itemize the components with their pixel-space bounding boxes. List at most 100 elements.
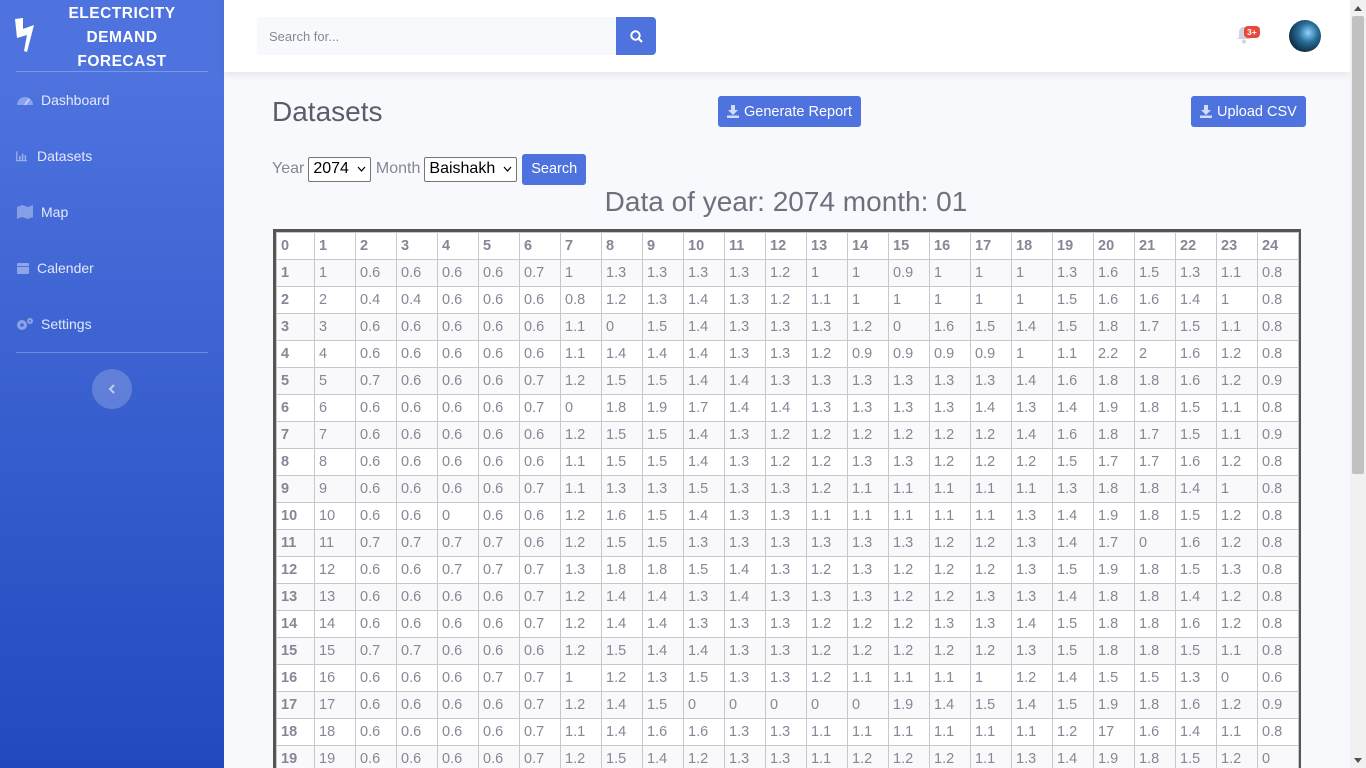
table-cell: 1.1 <box>847 664 889 692</box>
table-cell: 1.6 <box>1175 529 1217 557</box>
scroll-up-arrow[interactable] <box>1350 0 1366 16</box>
table-cell: 1.1 <box>1011 718 1053 746</box>
search-button[interactable] <box>616 17 656 55</box>
table-cell: 0.7 <box>519 664 561 692</box>
table-cell: 0.8 <box>1257 556 1299 584</box>
table-cell: 1.8 <box>1134 583 1176 611</box>
table-cell: 1.4 <box>1175 718 1217 746</box>
user-avatar[interactable] <box>1289 20 1321 52</box>
table-cell: 0.8 <box>1257 313 1299 341</box>
table-cell: 0.6 <box>519 313 561 341</box>
table-cell: 1.2 <box>888 421 930 449</box>
table-cell: 1.8 <box>1093 610 1135 638</box>
table-cell: 1.4 <box>601 691 643 719</box>
table-cell: 1.2 <box>765 421 807 449</box>
table-cell: 1.3 <box>1011 394 1053 422</box>
table-cell: 1.6 <box>1093 286 1135 314</box>
table-cell: 1.5 <box>642 367 684 395</box>
table-cell: 1.8 <box>1093 583 1135 611</box>
table-cell: 1.1 <box>970 718 1012 746</box>
alerts-badge: 3+ <box>1244 26 1260 38</box>
table-cell: 0.6 <box>478 367 520 395</box>
table-cell: 1.4 <box>1052 745 1094 768</box>
table-cell: 18 <box>314 718 356 746</box>
search-input[interactable] <box>257 17 616 55</box>
chevron-down-icon <box>503 166 512 172</box>
table-cell: 0 <box>1216 664 1258 692</box>
sidebar-item-datasets[interactable]: Datasets <box>16 144 92 168</box>
table-cell: 1.3 <box>724 745 766 768</box>
table-cell: 1.1 <box>888 664 930 692</box>
table-cell: 1.4 <box>1052 583 1094 611</box>
table-cell: 1.5 <box>1052 610 1094 638</box>
table-cell: 1.2 <box>560 610 602 638</box>
table-cell: 1.6 <box>1175 691 1217 719</box>
table-cell: 1.2 <box>601 286 643 314</box>
sidebar-item-dashboard[interactable]: Dashboard <box>16 88 110 112</box>
sidebar-item-calender[interactable]: Calender <box>16 256 94 280</box>
sidebar-toggle-button[interactable] <box>92 369 132 409</box>
table-cell: 1 <box>1216 286 1258 314</box>
table-cell: 0.6 <box>519 286 561 314</box>
table-cell: 11 <box>314 529 356 557</box>
table-cell: 1.4 <box>765 394 807 422</box>
column-header: 14 <box>847 232 889 260</box>
table-cell: 3 <box>314 313 356 341</box>
table-cell: 1.2 <box>1011 448 1053 476</box>
table-cell: 1.7 <box>1093 529 1135 557</box>
table-cell: 1.7 <box>683 394 725 422</box>
table-row: 11 11 0.7 0.7 0.7 0.7 0.6 1.2 1.5 1.5 1.3 1.3 1.3 1.3… <box>276 529 1299 557</box>
table-cell: 1 <box>806 259 848 287</box>
map-icon <box>17 205 33 219</box>
table-cell: 1.2 <box>560 421 602 449</box>
upload-csv-button[interactable]: Upload CSV <box>1191 96 1306 127</box>
table-cell: 0.6 <box>355 448 397 476</box>
table-cell: 1.4 <box>1175 475 1217 503</box>
table-cell: 1.3 <box>601 475 643 503</box>
column-header: 18 <box>1011 232 1053 260</box>
topbar-search <box>257 17 656 55</box>
table-cell: 8 <box>314 448 356 476</box>
table-cell: 1.3 <box>765 745 807 768</box>
table-cell: 1.4 <box>724 556 766 584</box>
table-cell: 1.2 <box>1216 583 1258 611</box>
sidebar-item-map[interactable]: Map <box>16 200 68 224</box>
table-cell: 1.4 <box>683 637 725 665</box>
table-cell: 0.9 <box>1257 421 1299 449</box>
table-cell: 1.2 <box>806 340 848 368</box>
table-cell: 1.3 <box>765 475 807 503</box>
table-cell: 1.2 <box>1216 502 1258 530</box>
table-cell: 1.3 <box>765 502 807 530</box>
column-header: 22 <box>1175 232 1217 260</box>
scroll-down-arrow[interactable] <box>1350 752 1366 768</box>
table-cell: 1.5 <box>601 367 643 395</box>
scroll-thumb[interactable] <box>1352 16 1364 474</box>
table-cell: 1.4 <box>1052 664 1094 692</box>
table-cell: 0.6 <box>478 394 520 422</box>
table-cell: 1.6 <box>1052 367 1094 395</box>
table-row: 7 7 0.6 0.6 0.6 0.6 0.6 1.2 1.5 1.5 1.4 1.3 1.2 1.2 1.… <box>276 421 1299 449</box>
table-cell: 0.6 <box>355 610 397 638</box>
table-cell: 0 <box>806 691 848 719</box>
table-cell: 1.5 <box>1052 286 1094 314</box>
table-cell: 0.8 <box>1257 529 1299 557</box>
sidebar-brand[interactable]: ELECTRICITY DEMAND FORECAST <box>0 0 224 72</box>
table-cell: 0.6 <box>478 313 520 341</box>
table-cell: 1 <box>560 664 602 692</box>
table-cell: 1.4 <box>683 313 725 341</box>
table-row: 1 1 0.6 0.6 0.6 0.6 0.7 1 1.3 1.3 1.3 1.3 1.2 1 1 0.9 1 1… <box>276 259 1299 287</box>
table-cell: 1.8 <box>1093 421 1135 449</box>
year-select[interactable]: 2074 <box>308 156 371 182</box>
generate-report-button[interactable]: Generate Report <box>718 96 862 127</box>
table-cell: 1.3 <box>642 286 684 314</box>
table-cell: 1.3 <box>765 664 807 692</box>
sidebar-item-settings[interactable]: Settings <box>16 312 92 336</box>
filter-search-button[interactable]: Search <box>522 153 587 185</box>
table-cell: 1.4 <box>683 502 725 530</box>
table-cell: 1.2 <box>806 475 848 503</box>
table-cell: 1.4 <box>683 448 725 476</box>
month-select[interactable]: Baishakh <box>424 156 518 182</box>
table-cell: 1.3 <box>847 448 889 476</box>
table-cell: 1.3 <box>888 529 930 557</box>
table-cell: 0.6 <box>396 610 438 638</box>
